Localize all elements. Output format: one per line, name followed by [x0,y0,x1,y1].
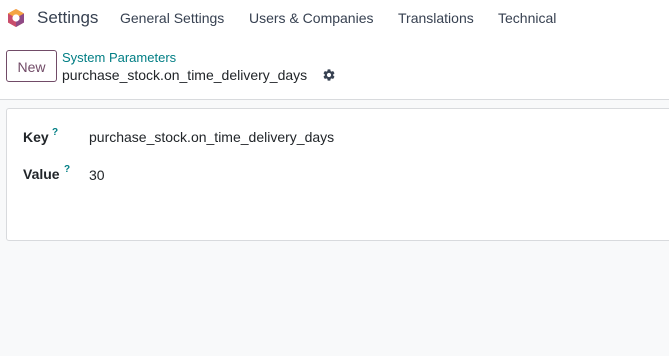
breadcrumb-current-record: purchase_stock.on_time_delivery_days [62,67,308,83]
form-sheet: Key ? purchase_stock.on_time_delivery_da… [6,108,669,241]
menu-translations[interactable]: Translations [398,10,474,27]
gear-icon[interactable] [322,68,336,82]
app-logo-icon[interactable] [6,8,26,28]
menu-general-settings[interactable]: General Settings [120,10,224,27]
new-button[interactable]: New [6,50,57,82]
menu-technical[interactable]: Technical [498,10,556,27]
key-label: Key [23,129,49,145]
value-label: Value [23,166,60,182]
value-field[interactable]: 30 [89,167,105,183]
key-help-icon[interactable]: ? [52,128,58,138]
top-navbar: Settings General Settings Users & Compan… [0,0,669,36]
breadcrumb-system-parameters[interactable]: System Parameters [62,50,176,65]
value-help-icon[interactable]: ? [64,165,70,175]
menu-users-companies[interactable]: Users & Companies [249,10,374,27]
control-panel: New System Parameters purchase_stock.on_… [0,36,669,100]
key-field[interactable]: purchase_stock.on_time_delivery_days [89,129,334,145]
app-title[interactable]: Settings [37,8,98,28]
